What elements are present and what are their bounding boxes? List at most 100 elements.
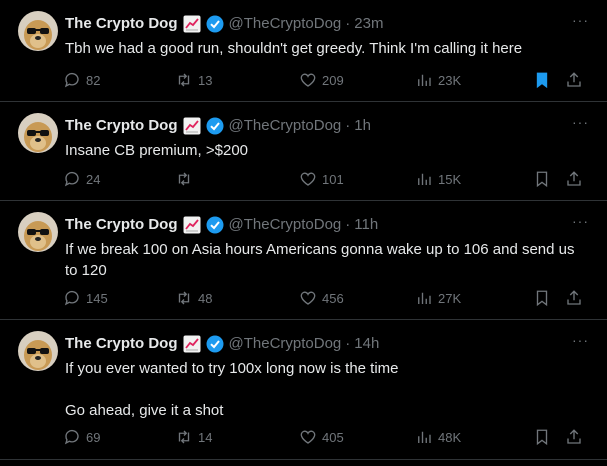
reply-count: 145 <box>86 290 108 306</box>
author-handle[interactable]: @TheCryptoDog <box>229 216 342 234</box>
author-name[interactable]: The Crypto Dog <box>65 216 178 234</box>
tweet-text: If you ever wanted to try 100x long now … <box>65 360 399 419</box>
heart-icon <box>300 172 316 186</box>
share-button[interactable] <box>565 288 583 308</box>
author-name[interactable]: The Crypto Dog <box>65 117 178 135</box>
chart-increasing-icon <box>183 15 201 33</box>
retweet-button[interactable]: 14 <box>175 427 212 447</box>
separator-dot: · <box>345 15 351 32</box>
reply-bubble-icon <box>64 290 79 306</box>
views-button[interactable]: 23K <box>415 70 461 90</box>
views-button[interactable]: 48K <box>415 427 461 447</box>
author-handle[interactable]: @TheCryptoDog <box>229 117 342 135</box>
author-handle[interactable]: @TheCryptoDog <box>229 335 342 353</box>
chart-increasing-icon <box>183 117 201 135</box>
separator-dot: · <box>345 216 351 233</box>
like-count: 101 <box>322 171 344 187</box>
verified-check-icon <box>206 335 224 353</box>
more-horizontal-icon[interactable]: ··· <box>572 13 589 27</box>
tweet-card[interactable]: The Crypto Dog @TheCryptoDog · 14h ··· I… <box>0 320 607 460</box>
tweet-header: The Crypto Dog @TheCryptoDog · 23m <box>65 15 383 33</box>
more-horizontal-icon[interactable]: ··· <box>572 214 589 228</box>
views-button[interactable]: 15K <box>415 169 461 189</box>
reply-button[interactable]: 24 <box>63 169 100 189</box>
tweet-card[interactable]: The Crypto Dog @TheCryptoDog · 1h ··· In… <box>0 102 607 201</box>
retweet-count: 48 <box>198 290 213 306</box>
share-icon <box>567 429 581 444</box>
bookmark-icon <box>536 290 548 307</box>
timestamp[interactable]: 1h <box>354 117 371 135</box>
retweet-count: 14 <box>198 429 213 445</box>
timestamp[interactable]: 11h <box>354 216 378 234</box>
heart-icon <box>300 430 316 444</box>
author-name[interactable]: The Crypto Dog <box>65 15 178 33</box>
reply-button[interactable]: 145 <box>63 288 108 308</box>
more-horizontal-icon[interactable]: ··· <box>572 333 589 347</box>
tweet-text: Tbh we had a good run, shouldn't get gre… <box>65 40 523 57</box>
share-icon <box>567 290 581 305</box>
views-bar-chart-icon <box>418 292 431 304</box>
action-bar: 69 14 405 48K <box>63 427 587 447</box>
bookmark-button[interactable] <box>533 288 551 308</box>
avatar[interactable] <box>18 212 58 252</box>
view-count: 27K <box>438 290 462 306</box>
tweet-text: Insane CB premium, >$200 <box>65 142 249 159</box>
verified-check-icon <box>206 117 224 135</box>
avatar[interactable] <box>18 331 58 371</box>
retweet-icon <box>178 73 190 87</box>
like-count: 209 <box>322 72 344 88</box>
bookmark-button[interactable] <box>533 427 551 447</box>
dog-with-sunglasses-avatar <box>18 113 58 153</box>
retweet-button[interactable]: 48 <box>175 288 212 308</box>
retweet-count: 13 <box>198 72 213 88</box>
reply-bubble-icon <box>64 171 79 187</box>
avatar[interactable] <box>18 113 58 153</box>
like-button[interactable]: 101 <box>299 169 344 189</box>
author-handle[interactable]: @TheCryptoDog <box>229 15 342 33</box>
author-name[interactable]: The Crypto Dog <box>65 335 178 353</box>
view-count: 15K <box>438 171 462 187</box>
like-count: 456 <box>322 290 344 306</box>
share-button[interactable] <box>565 169 583 189</box>
retweet-icon <box>178 430 190 444</box>
retweet-icon <box>178 291 190 305</box>
reply-button[interactable]: 69 <box>63 427 100 447</box>
bookmark-button[interactable] <box>533 169 551 189</box>
timestamp[interactable]: 14h <box>354 335 379 353</box>
reply-count: 82 <box>86 72 101 88</box>
like-button[interactable]: 405 <box>299 427 344 447</box>
share-button[interactable] <box>565 427 583 447</box>
tweet-card[interactable]: The Crypto Dog @TheCryptoDog · 11h ··· I… <box>0 201 607 320</box>
timeline-feed: The Crypto Dog @TheCryptoDog · 23m ··· T… <box>0 0 607 466</box>
views-button[interactable]: 27K <box>415 288 461 308</box>
retweet-button[interactable]: 13 <box>175 70 212 90</box>
bookmark-icon <box>536 72 548 89</box>
dog-with-sunglasses-avatar <box>18 212 58 252</box>
dog-with-sunglasses-avatar <box>18 11 58 51</box>
more-horizontal-icon[interactable]: ··· <box>572 115 589 129</box>
tweet-card[interactable]: The Crypto Dog @TheCryptoDog · 23m ··· T… <box>0 0 607 102</box>
views-bar-chart-icon <box>418 74 431 86</box>
like-count: 405 <box>322 429 344 445</box>
like-button[interactable]: 456 <box>299 288 344 308</box>
avatar[interactable] <box>18 11 58 51</box>
action-bar: 145 48 456 27K <box>63 288 587 308</box>
retweet-button[interactable] <box>175 169 198 189</box>
share-button[interactable] <box>565 70 583 90</box>
chart-increasing-icon <box>183 335 201 353</box>
heart-icon <box>300 291 316 305</box>
bookmark-icon <box>536 171 548 188</box>
view-count: 23K <box>438 72 462 88</box>
separator-dot: · <box>345 117 351 134</box>
like-button[interactable]: 209 <box>299 70 344 90</box>
tweet-text: If we break 100 on Asia hours Americans … <box>65 241 575 279</box>
tweet-header: The Crypto Dog @TheCryptoDog · 14h <box>65 335 379 353</box>
timestamp[interactable]: 23m <box>354 15 383 33</box>
views-bar-chart-icon <box>418 431 431 443</box>
view-count: 48K <box>438 429 462 445</box>
reply-button[interactable]: 82 <box>63 70 100 90</box>
action-bar: 82 13 209 23K <box>63 70 587 90</box>
chart-increasing-icon <box>183 216 201 234</box>
verified-check-icon <box>206 15 224 33</box>
bookmark-button[interactable] <box>533 70 551 90</box>
